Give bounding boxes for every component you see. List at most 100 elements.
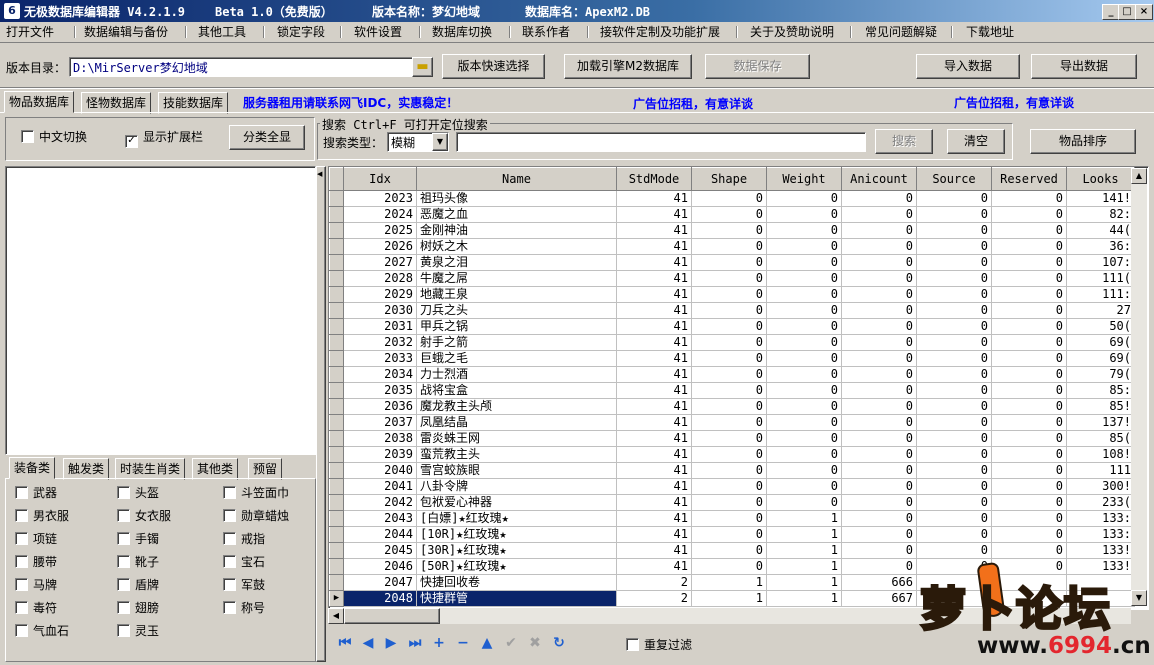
cell-name[interactable]: 包袱爱心神器: [416, 494, 617, 511]
column-header-shape[interactable]: Shape: [691, 167, 767, 191]
cell-anicount[interactable]: 0: [841, 350, 917, 367]
cell-weight[interactable]: 0: [766, 398, 842, 415]
cell-stdmode[interactable]: 41: [616, 270, 692, 287]
cell-name[interactable]: 黄泉之泪: [416, 254, 617, 271]
cell-stdmode[interactable]: 41: [616, 334, 692, 351]
table-row[interactable]: 2031 甲兵之锅 41 0 0 0 0 0 50(: [329, 318, 1135, 335]
cell-anicount[interactable]: 0: [841, 222, 917, 239]
menu-lock-fields[interactable]: 锁定字段: [271, 24, 331, 40]
cell-source[interactable]: 0: [916, 526, 992, 543]
cell-reserved[interactable]: 0: [991, 430, 1067, 447]
left-list-panel[interactable]: [5, 166, 316, 455]
cell-weight[interactable]: 0: [766, 238, 842, 255]
cell-reserved[interactable]: 0: [991, 350, 1067, 367]
column-header-looks[interactable]: Looks: [1066, 167, 1135, 191]
cell-weight[interactable]: 1: [766, 558, 842, 575]
cell-idx[interactable]: 2038: [343, 430, 417, 447]
cell-name[interactable]: 快捷回收卷: [416, 574, 617, 591]
cell-stdmode[interactable]: 41: [616, 222, 692, 239]
next-record-icon[interactable]: ▶: [381, 634, 401, 652]
cell-name[interactable]: [50R]★红玫瑰★: [416, 558, 617, 575]
cell-reserved[interactable]: 0: [991, 366, 1067, 383]
first-record-icon[interactable]: ⏮: [335, 634, 355, 652]
clear-button[interactable]: 清空: [947, 129, 1005, 154]
table-row[interactable]: 2042 包袱爱心神器 41 0 0 0 0 0 233(: [329, 494, 1135, 511]
menu-custom-dev[interactable]: 接软件定制及功能扩展: [594, 24, 726, 40]
import-data-button[interactable]: 导入数据: [916, 54, 1020, 79]
column-header-idx[interactable]: Idx: [343, 167, 417, 191]
cell-reserved[interactable]: 0: [991, 334, 1067, 351]
table-row[interactable]: 2029 地藏王泉 41 0 0 0 0 0 111:: [329, 286, 1135, 303]
scroll-left-icon[interactable]: ◀: [328, 608, 344, 624]
table-row[interactable]: 2035 战将宝盒 41 0 0 0 0 0 85:: [329, 382, 1135, 399]
cell-shape[interactable]: 1: [691, 590, 767, 607]
cell-anicount[interactable]: 0: [841, 446, 917, 463]
save-data-button[interactable]: 数据保存: [705, 54, 810, 79]
cell-reserved[interactable]: 0: [991, 510, 1067, 527]
prev-record-icon[interactable]: ◀: [358, 634, 378, 652]
table-row[interactable]: 2027 黄泉之泪 41 0 0 0 0 0 107:: [329, 254, 1135, 271]
table-row[interactable]: 2024 恶魔之血 41 0 0 0 0 0 82:: [329, 206, 1135, 223]
cell-anicount[interactable]: 0: [841, 462, 917, 479]
category-checkbox[interactable]: 翅膀: [117, 600, 159, 616]
table-row[interactable]: 2036 魔龙教主头颅 41 0 0 0 0 0 85!: [329, 398, 1135, 415]
show-ext-checkbox[interactable]: ✓ 显示扩展栏: [125, 129, 203, 148]
cell-anicount[interactable]: 0: [841, 238, 917, 255]
category-checkbox[interactable]: 头盔: [117, 485, 159, 501]
cell-weight[interactable]: 0: [766, 350, 842, 367]
cell-weight[interactable]: 0: [766, 430, 842, 447]
column-header-anicount[interactable]: Anicount: [841, 167, 917, 191]
maximize-button[interactable]: □: [1118, 4, 1136, 20]
cell-name[interactable]: 力士烈酒: [416, 366, 617, 383]
cell-stdmode[interactable]: 41: [616, 286, 692, 303]
cell-idx[interactable]: 2027: [343, 254, 417, 271]
tab-fashion-zodiac[interactable]: 时装生肖类: [115, 458, 186, 480]
cell-stdmode[interactable]: 2: [616, 574, 692, 591]
cell-anicount[interactable]: 0: [841, 366, 917, 383]
cell-idx[interactable]: 2037: [343, 414, 417, 431]
edit-record-icon[interactable]: ▲: [477, 634, 497, 652]
cell-shape[interactable]: 0: [691, 366, 767, 383]
cell-weight[interactable]: 0: [766, 254, 842, 271]
cell-anicount[interactable]: 0: [841, 430, 917, 447]
cell-looks[interactable]: 111: [1066, 462, 1135, 479]
category-checkbox[interactable]: 马牌: [15, 577, 57, 593]
cell-name[interactable]: [10R]★红玫瑰★: [416, 526, 617, 543]
cell-source[interactable]: 0: [916, 478, 992, 495]
grid-vertical-scrollbar[interactable]: ▲ ▼: [1131, 168, 1147, 606]
cell-anicount[interactable]: 0: [841, 254, 917, 271]
cell-name[interactable]: 金刚神油: [416, 222, 617, 239]
cell-source[interactable]: 0: [916, 286, 992, 303]
cell-weight[interactable]: 0: [766, 446, 842, 463]
cell-anicount[interactable]: 0: [841, 334, 917, 351]
cell-reserved[interactable]: 0: [991, 446, 1067, 463]
cell-reserved[interactable]: 0: [991, 414, 1067, 431]
cell-shape[interactable]: 0: [691, 510, 767, 527]
cell-shape[interactable]: 0: [691, 494, 767, 511]
category-checkbox[interactable]: 女衣服: [117, 508, 171, 524]
cell-name[interactable]: 地藏王泉: [416, 286, 617, 303]
cell-shape[interactable]: 0: [691, 414, 767, 431]
cell-weight[interactable]: 1: [766, 526, 842, 543]
table-row[interactable]: 2043 [白嫖]★红玫瑰★ 41 0 1 0 0 0 133:: [329, 510, 1135, 527]
search-input[interactable]: [456, 132, 866, 152]
cell-weight[interactable]: 1: [766, 510, 842, 527]
cell-idx[interactable]: 2045: [343, 542, 417, 559]
cell-looks[interactable]: 233(: [1066, 494, 1135, 511]
cell-name[interactable]: 快捷群管: [416, 590, 617, 607]
table-row[interactable]: 2037 凤凰结晶 41 0 0 0 0 0 137!: [329, 414, 1135, 431]
cell-stdmode[interactable]: 41: [616, 462, 692, 479]
cell-stdmode[interactable]: 41: [616, 382, 692, 399]
cell-anicount[interactable]: 0: [841, 510, 917, 527]
cell-stdmode[interactable]: 41: [616, 414, 692, 431]
cell-source[interactable]: 0: [916, 366, 992, 383]
cell-reserved[interactable]: 0: [991, 286, 1067, 303]
cell-name[interactable]: 祖玛头像: [416, 190, 617, 207]
cell-source[interactable]: 0: [916, 302, 992, 319]
cell-reserved[interactable]: 0: [991, 206, 1067, 223]
cell-looks[interactable]: 69(: [1066, 350, 1135, 367]
cell-idx[interactable]: 2042: [343, 494, 417, 511]
cell-idx[interactable]: 2028: [343, 270, 417, 287]
cell-name[interactable]: 魔龙教主头颅: [416, 398, 617, 415]
cell-name[interactable]: [30R]★红玫瑰★: [416, 542, 617, 559]
